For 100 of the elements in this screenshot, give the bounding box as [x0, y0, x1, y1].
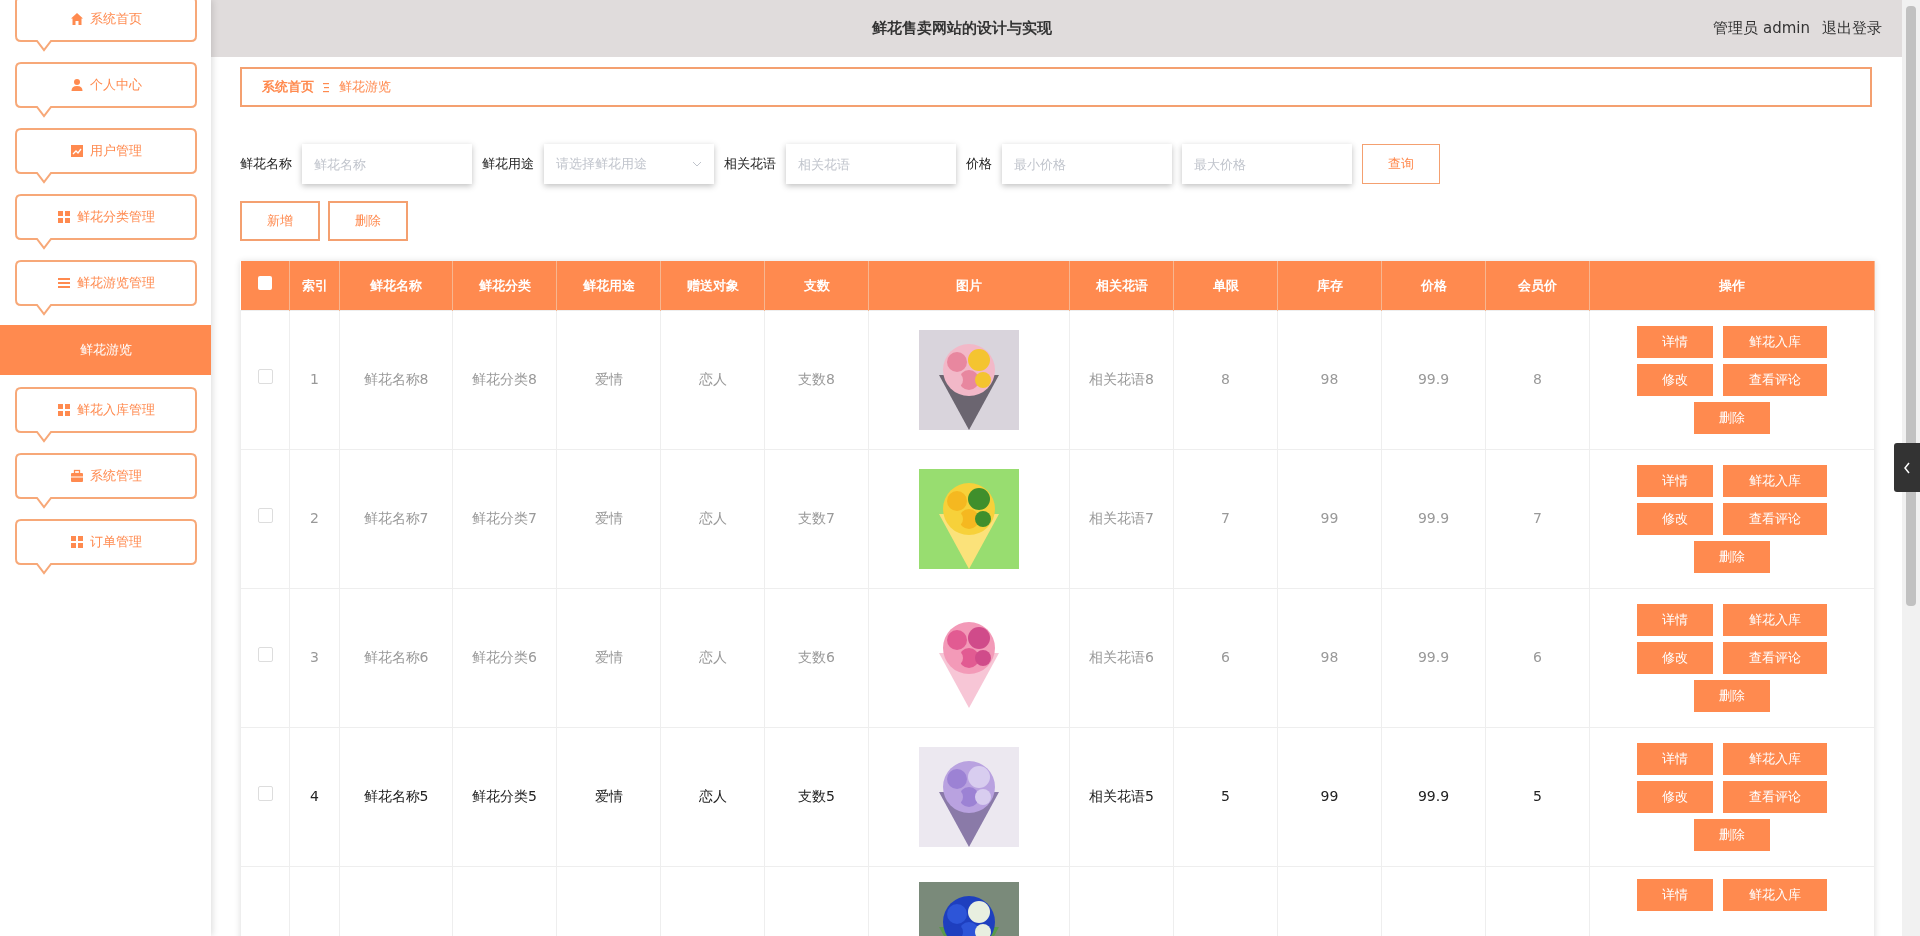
table-cell: 99: [1320, 510, 1339, 526]
select-field[interactable]: 请选择鲜花用途: [544, 144, 714, 184]
grid-icon: [70, 535, 84, 549]
input-field[interactable]: 最大价格: [1182, 144, 1352, 184]
table-cell: 相关花语7: [1089, 510, 1154, 526]
table-cell: 鲜花名称7: [363, 510, 429, 526]
table-cell: 99.9: [1417, 510, 1450, 526]
grid-icon: [57, 403, 71, 417]
user-label: 管理员 admin: [1713, 18, 1810, 40]
action-button[interactable]: 删除: [1694, 401, 1770, 434]
filter-label: 鲜花用途: [482, 155, 534, 174]
table-cell: 6: [1221, 649, 1230, 665]
column-header: 鲜花用途: [582, 277, 635, 293]
home-icon: [70, 12, 84, 26]
sidebar-item[interactable]: 鲜花入库管理: [15, 387, 197, 443]
row-checkbox[interactable]: [257, 786, 273, 801]
table-cell: 相关花语8: [1089, 371, 1154, 387]
action-button[interactable]: 查看评论: [1723, 502, 1827, 535]
breadcrumb-item: 鲜花游览: [339, 78, 391, 97]
table-cell: 鲜花名称5: [363, 788, 429, 804]
column-header: 库存: [1316, 277, 1343, 293]
user-icon: [70, 78, 84, 92]
table-cell: 支数8: [798, 371, 835, 387]
action-button[interactable]: 删除: [1694, 679, 1770, 712]
logout-link[interactable]: 退出登录: [1822, 17, 1882, 40]
table-cell: 98: [1320, 371, 1339, 387]
sidebar-item[interactable]: 个人中心: [15, 62, 197, 118]
action-button[interactable]: 详情: [1637, 878, 1713, 911]
sidebar-item[interactable]: 鲜花游览管理: [15, 260, 197, 316]
column-header: 价格: [1420, 277, 1447, 293]
breadcrumb-item[interactable]: 系统首页: [262, 77, 314, 97]
delete-button[interactable]: 删除: [328, 201, 408, 241]
sidebar-item[interactable]: 系统首页: [15, 0, 197, 52]
table-cell: 爱情: [594, 788, 623, 804]
column-header: 支数: [803, 277, 830, 293]
table-cell: 鲜花名称6: [363, 649, 429, 665]
query-button[interactable]: 查询: [1362, 144, 1440, 184]
filter-label: 相关花语: [724, 155, 776, 174]
filter-label: 鲜花名称: [240, 155, 292, 174]
input-field[interactable]: 相关花语: [786, 144, 956, 184]
action-button[interactable]: 鲜花入库: [1723, 464, 1827, 497]
sidebar-item[interactable]: 鲜花分类管理: [15, 194, 197, 250]
table-cell: 支数5: [798, 788, 835, 804]
select-all-checkbox[interactable]: [257, 275, 272, 290]
action-button[interactable]: 详情: [1637, 742, 1713, 775]
table-cell: 6: [1533, 649, 1542, 665]
table-cell: 鲜花名称8: [363, 371, 429, 387]
action-button[interactable]: 鲜花入库: [1723, 878, 1827, 911]
table-cell: 99.9: [1417, 788, 1450, 804]
list-icon: [57, 276, 71, 290]
scrollbar-thumb[interactable]: [1906, 6, 1916, 606]
row-checkbox[interactable]: [257, 369, 273, 384]
table-cell: 恋人: [698, 788, 727, 804]
sidebar-item[interactable]: 系统管理: [15, 453, 197, 509]
table-cell: 爱情: [594, 510, 623, 526]
scrollbar[interactable]: [1902, 0, 1920, 936]
action-button[interactable]: 鲜花入库: [1723, 603, 1827, 636]
input-field[interactable]: 鲜花名称: [302, 144, 472, 184]
action-button[interactable]: 修改: [1637, 641, 1713, 674]
chevron-down-icon: [692, 161, 702, 167]
column-header: 单限: [1212, 277, 1239, 293]
input-field[interactable]: 最小价格: [1002, 144, 1172, 184]
table-cell: 恋人: [698, 649, 727, 665]
action-button[interactable]: 查看评论: [1723, 780, 1827, 813]
action-button[interactable]: 详情: [1637, 603, 1713, 636]
action-button[interactable]: 查看评论: [1723, 363, 1827, 396]
table-cell: 相关花语6: [1089, 649, 1154, 665]
chart-icon: [70, 144, 84, 158]
table-cell: 鲜花分类6: [472, 649, 537, 665]
table-cell: 98: [1320, 649, 1339, 665]
sidebar-subitem[interactable]: 鲜花游览: [0, 325, 211, 375]
action-button[interactable]: 鲜花入库: [1723, 742, 1827, 775]
row-checkbox[interactable]: [257, 647, 273, 662]
action-button[interactable]: 详情: [1637, 325, 1713, 358]
table-cell: 爱情: [594, 649, 623, 665]
column-header: 会员价: [1518, 277, 1557, 293]
table-cell: 8: [1533, 371, 1542, 387]
app-title: 鲜花售卖网站的设计与实现: [871, 18, 1054, 40]
filter-label: 价格: [966, 155, 992, 174]
collapse-toggle[interactable]: [1894, 443, 1920, 492]
sidebar-item[interactable]: 用户管理: [15, 128, 197, 184]
action-button[interactable]: 鲜花入库: [1723, 325, 1827, 358]
column-header: 赠送对象: [686, 277, 739, 293]
table-cell: 鲜花分类7: [472, 510, 537, 526]
table-cell: 7: [1221, 510, 1230, 526]
action-button[interactable]: 修改: [1637, 363, 1713, 396]
action-button[interactable]: 删除: [1694, 540, 1770, 573]
action-button[interactable]: 删除: [1694, 818, 1770, 851]
row-index: 3: [310, 649, 319, 665]
action-button[interactable]: 详情: [1637, 464, 1713, 497]
table-cell: 99: [1320, 788, 1339, 804]
action-button[interactable]: 修改: [1637, 502, 1713, 535]
table-cell: 8: [1221, 371, 1230, 387]
add-button[interactable]: 新增: [240, 201, 320, 241]
column-header: 相关花语: [1095, 277, 1148, 293]
action-button[interactable]: 修改: [1637, 780, 1713, 813]
row-checkbox[interactable]: [257, 508, 273, 523]
table-cell: 5: [1221, 788, 1230, 804]
action-button[interactable]: 查看评论: [1723, 641, 1827, 674]
sidebar-item[interactable]: 订单管理: [15, 519, 197, 575]
